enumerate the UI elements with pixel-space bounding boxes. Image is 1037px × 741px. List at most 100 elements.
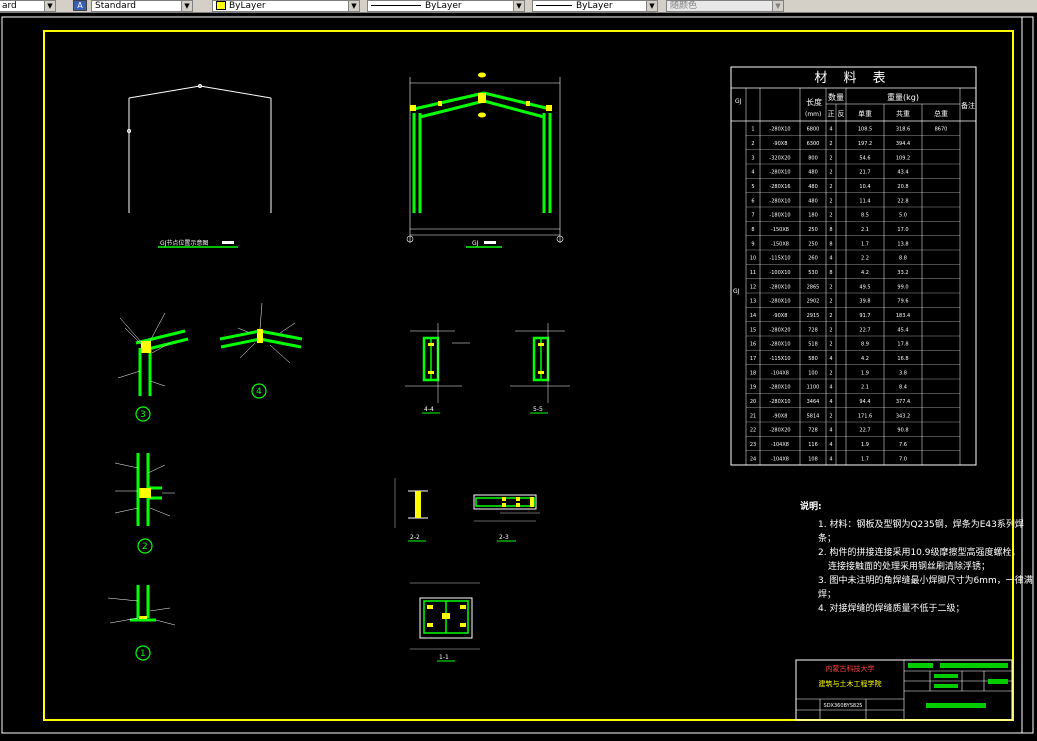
table-cell: 2 (829, 141, 832, 147)
table-cell: 1100 (807, 385, 820, 391)
table-cell: 8.9 (861, 342, 869, 348)
table-cell: 1.7 (861, 456, 869, 462)
plot-style-value: 随颜色 (670, 1, 698, 11)
table-cell: 4.2 (861, 356, 869, 362)
section-1-1-label: 1-1 (439, 654, 449, 661)
table-cell: 4.2 (861, 270, 869, 276)
table-cell: 16.8 (897, 356, 908, 362)
table-cell: 2 (751, 141, 754, 147)
table-cell: 43.4 (897, 170, 908, 176)
table-cell: 4 (829, 428, 832, 434)
table-cell: -150X8 (771, 241, 789, 247)
plot-style-dropdown[interactable]: 随颜色 ▼ (666, 0, 784, 12)
table-cell: 49.5 (859, 284, 870, 290)
table-cell: 800 (808, 155, 818, 161)
table-cell: 8670 (935, 127, 948, 133)
text-style-value: Standard (95, 1, 136, 11)
note-item: 3. 图中未注明的角焊缝最小焊脚尺寸为6mm，一律满焊； (818, 576, 1033, 600)
table-cell: -280X10 (769, 170, 790, 176)
table-member-gj: GJ (733, 288, 740, 295)
table-cell: 728 (808, 428, 818, 434)
table-cell: 9 (751, 241, 754, 247)
table-cell: -280X20 (769, 327, 790, 333)
table-cell: 8 (829, 227, 832, 233)
table-cell: 3 (751, 155, 754, 161)
table-cell: 171.6 (858, 413, 872, 419)
section-2-2-drawing (394, 478, 428, 542)
table-cell: 4 (829, 127, 832, 133)
table-cell: 4 (829, 456, 832, 462)
section-1-1-drawing (410, 582, 480, 662)
section-5-5-label: 5-5 (533, 406, 543, 413)
layer-state-value: ard (2, 1, 17, 11)
table-cell: 20 (750, 399, 756, 405)
text-style-icon[interactable]: A (73, 0, 87, 11)
table-header-total-weight: 共重 (896, 109, 910, 118)
table-cell: 580 (808, 356, 818, 362)
section-4-4-label: 4-4 (424, 406, 434, 413)
detail-2-drawing (114, 453, 175, 554)
color-value: ByLayer (229, 1, 266, 11)
table-cell: 260 (808, 256, 818, 262)
detail-3-drawing (117, 312, 189, 422)
text-style-dropdown[interactable]: Standard ▼ (91, 0, 193, 12)
note-item: 1. 材料：钢板及型钢为Q235钢，焊条为E43系列焊条； (818, 520, 1024, 544)
properties-toolbar: ard ▼ A Standard ▼ ByLayer ▼ ByLayer ▼ B… (0, 0, 1037, 13)
chevron-down-icon: ▼ (772, 1, 783, 11)
table-cell: 6800 (807, 127, 820, 133)
detail-1-label: 1 (140, 649, 146, 659)
table-cell: 33.2 (897, 270, 908, 276)
table-cell: 2 (829, 170, 832, 176)
table-cell: 22.7 (859, 327, 870, 333)
table-cell: 1.9 (861, 442, 869, 448)
table-cell: 94.4 (859, 399, 870, 405)
table-cell: 250 (808, 241, 818, 247)
chevron-down-icon: ▼ (44, 1, 55, 11)
table-header-length-unit: (mm) (805, 111, 821, 118)
table-cell: 2 (829, 370, 832, 376)
layer-state-dropdown[interactable]: ard ▼ (0, 0, 56, 12)
table-cell: 4 (829, 256, 832, 262)
table-cell: -180X10 (769, 213, 790, 219)
table-cell: 22.8 (897, 198, 908, 204)
table-cell: 8.4 (899, 385, 907, 391)
linetype-dropdown[interactable]: ByLayer ▼ (367, 0, 525, 12)
table-cell: 5814 (807, 413, 820, 419)
table-cell: 1 (751, 127, 754, 133)
table-cell: 4 (829, 356, 832, 362)
table-header-qty-neg: 反 (838, 109, 845, 118)
notes-title: 说明: (800, 502, 822, 512)
table-cell: 6300 (807, 141, 820, 147)
table-cell: 116 (808, 442, 818, 448)
table-cell: 109.2 (896, 155, 910, 161)
section-5-5-drawing (510, 323, 570, 414)
drawing-canvas[interactable]: GJ节点位置示意图 GJ 3 4 2 1 4-4 5-5 2-2 2-3 1-1… (0, 13, 1037, 737)
table-cell: 250 (808, 227, 818, 233)
chevron-down-icon: ▼ (348, 1, 359, 11)
table-cell: 18 (750, 370, 756, 376)
table-cell: -150X8 (771, 227, 789, 233)
table-header-qty: 数量 (828, 92, 844, 102)
lineweight-dropdown[interactable]: ByLayer ▼ (532, 0, 658, 12)
table-cell: 5 (751, 184, 754, 190)
linetype-preview-icon (371, 5, 421, 6)
table-header-note: 备注 (961, 101, 975, 110)
table-cell: 7.0 (899, 456, 907, 462)
table-cell: 91.7 (859, 313, 870, 319)
color-dropdown[interactable]: ByLayer ▼ (212, 0, 360, 12)
table-cell: 108.5 (858, 127, 872, 133)
lineweight-preview-icon (536, 5, 572, 6)
table-cell: 480 (808, 184, 818, 190)
table-cell: 8 (829, 270, 832, 276)
table-header-sum-weight: 总重 (934, 109, 948, 118)
color-swatch-icon (216, 1, 226, 10)
table-cell: -280X10 (769, 198, 790, 204)
design-notes: 说明: 1. 材料：钢板及型钢为Q235钢，焊条为E43系列焊条； 2. 构件的… (800, 500, 1037, 616)
table-cell: -100X10 (769, 270, 790, 276)
table-cell: 7.6 (899, 442, 907, 448)
table-cell: 480 (808, 170, 818, 176)
table-cell: 5.0 (899, 213, 907, 219)
table-cell: -280X16 (769, 184, 790, 190)
table-cell: 11.4 (859, 198, 870, 204)
gj-node-sketch-title: GJ节点位置示意图 (160, 239, 208, 247)
